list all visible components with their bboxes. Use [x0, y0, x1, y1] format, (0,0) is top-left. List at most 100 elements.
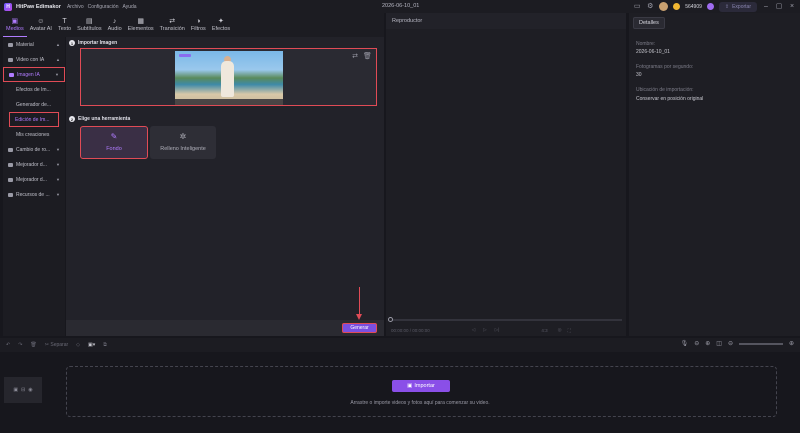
- titlebar-actions: ▭ ⚙ 564909 ⇪ Exportar – ▢ ×: [633, 1, 796, 12]
- time-display: 00:00:00 / 00:00:00: [391, 327, 430, 333]
- export-button[interactable]: ⇪ Exportar: [718, 1, 757, 12]
- export-frame-icon[interactable]: ⧉: [103, 342, 107, 348]
- next-icon[interactable]: ▷|: [495, 327, 500, 333]
- crop-dropdown[interactable]: ▣▾: [88, 342, 95, 348]
- name-value: 2026-06-10_01: [636, 49, 670, 55]
- tab-detalles[interactable]: Detalles: [633, 17, 665, 29]
- snapshot-icon[interactable]: ◎: [558, 327, 562, 333]
- sidebar-item-mejorador-1[interactable]: Mejorador d... ▼: [3, 157, 65, 172]
- shield-icon[interactable]: ◇: [76, 342, 80, 348]
- link-icon[interactable]: ⊖: [694, 340, 699, 347]
- lock-icon[interactable]: ⊟: [21, 387, 25, 393]
- track-header: ▣ ⊟ ◉: [4, 377, 42, 403]
- name-label: Nombre:: [636, 41, 656, 47]
- tab-avatar-ai[interactable]: ☺ Avatar AI: [27, 13, 55, 37]
- caret-icon: ▼: [56, 177, 60, 182]
- replace-icon[interactable]: ⇄: [351, 53, 359, 61]
- premium-icon[interactable]: [706, 3, 714, 10]
- generate-button[interactable]: Generar: [342, 323, 377, 333]
- player-panel: Reproductor 00:00:00 / 00:00:00 ◁ ▷ ▷| 4…: [386, 13, 626, 336]
- fps-value: 30: [636, 72, 642, 78]
- sidebar-item-imagen-ia[interactable]: Imagen IA ▼: [3, 67, 65, 82]
- folder-icon: [8, 162, 13, 167]
- tool-fondo[interactable]: ✎ Fondo: [80, 126, 148, 159]
- import-location-value: Conservar en posición original: [636, 96, 704, 102]
- project-name: 2026-06-10_01: [382, 3, 420, 9]
- settings-icon[interactable]: ⚙: [646, 3, 654, 11]
- zoom-slider[interactable]: [738, 342, 783, 345]
- layout-icon[interactable]: ▭: [633, 3, 641, 11]
- import-icon: ▣: [407, 383, 413, 389]
- media-icon: ▣: [11, 17, 19, 25]
- caret-icon: ▼: [56, 147, 60, 152]
- caret-icon: ▼: [56, 192, 60, 197]
- undo-icon[interactable]: ↶: [6, 342, 10, 348]
- minimize-icon[interactable]: –: [762, 3, 770, 11]
- sidebar-item-mejorador-2[interactable]: Mejorador d... ▼: [3, 172, 65, 187]
- subtitles-icon: ▤: [86, 18, 93, 25]
- transition-icon: ⇄: [169, 18, 176, 25]
- folder-icon: [9, 72, 14, 77]
- tab-transicion[interactable]: ⇄ Transición: [157, 13, 188, 37]
- playback-slider[interactable]: [390, 319, 622, 321]
- vr-icon[interactable]: ◫: [716, 340, 722, 347]
- sidebar-item-recursos[interactable]: Recursos de ... ▼: [3, 187, 65, 202]
- prev-icon[interactable]: ◁: [472, 327, 475, 333]
- redo-icon[interactable]: ↷: [18, 342, 22, 348]
- avatar[interactable]: [659, 2, 669, 11]
- step1-heading: 1 Importar Imagen: [69, 40, 118, 46]
- sidebar-item-efectos-imagen[interactable]: Efectos de Im...: [3, 82, 65, 97]
- sidebar-item-generador[interactable]: Generador de...: [3, 97, 65, 112]
- track-icon: ▣: [13, 387, 19, 393]
- sidebar-item-mis-creaciones[interactable]: Mis creaciones: [3, 127, 65, 142]
- zoom-in-icon[interactable]: ⊕: [789, 340, 794, 347]
- mic-icon[interactable]: 🎙: [681, 340, 689, 347]
- sidebar-item-video-ia[interactable]: Video con IA ▲: [3, 52, 65, 67]
- tab-filtros[interactable]: ◑ Filtros: [188, 13, 209, 37]
- tab-efectos[interactable]: ✦ Efectos: [209, 13, 233, 37]
- tab-audio[interactable]: ♪ Audio: [105, 13, 125, 37]
- sidebar-item-material[interactable]: Material ▲: [3, 37, 65, 52]
- trash-icon[interactable]: 🗑: [30, 342, 36, 348]
- maximize-icon[interactable]: ▢: [775, 3, 783, 11]
- fps-label: Fotogramas por segundo:: [636, 64, 694, 70]
- sidebar-item-edicion-imagen[interactable]: Edición de Im...: [9, 112, 59, 127]
- step2-heading: 2 Elige una herramienta: [69, 116, 131, 122]
- tool-relleno-inteligente[interactable]: ✲ Relleno Inteligente: [150, 126, 216, 159]
- folder-icon: [8, 177, 13, 182]
- import-button[interactable]: ▣ Importar: [392, 380, 450, 392]
- caret-icon: ▲: [56, 42, 60, 47]
- play-icon[interactable]: ▷: [483, 327, 486, 333]
- text-icon: T: [62, 18, 67, 25]
- delete-icon[interactable]: 🗑: [363, 53, 372, 61]
- tab-subtitulos[interactable]: ▤ Subtítulos: [74, 13, 104, 37]
- coin-icon: [673, 3, 681, 10]
- player-title: Reproductor: [386, 13, 626, 29]
- menu-archivo[interactable]: Archivo: [67, 4, 84, 10]
- media-sidebar: Material ▲ Video con IA ▲ Imagen IA ▼ Efect…: [3, 37, 65, 336]
- avatar-icon: ☺: [37, 18, 45, 25]
- playback-knob[interactable]: [388, 317, 393, 322]
- zoom-out-icon[interactable]: ⊖: [728, 340, 733, 347]
- sidebar-item-cambio[interactable]: Cambio de ro... ▼: [3, 142, 65, 157]
- generate-bar: [66, 320, 384, 336]
- filters-icon: ◑: [196, 18, 201, 25]
- elements-icon: ▦: [137, 18, 144, 25]
- close-icon[interactable]: ×: [788, 3, 796, 11]
- tab-elementos[interactable]: ▦ Elementos: [125, 13, 157, 37]
- eye-icon[interactable]: ◉: [28, 387, 32, 393]
- separate-button[interactable]: ✂ Separar: [45, 342, 68, 348]
- tab-texto[interactable]: T Texto: [55, 13, 74, 37]
- main-toolbar: ▣ Medios ☺ Avatar AI T Texto ▤ Subtítulos ♪ A…: [0, 13, 384, 37]
- tab-medios[interactable]: ▣ Medios: [3, 13, 27, 37]
- app-name: HitPaw Edimakor: [16, 3, 61, 10]
- snap-icon[interactable]: ⊕: [705, 340, 710, 347]
- imported-image-area[interactable]: ⇄ 🗑: [80, 48, 377, 106]
- aspect-ratio[interactable]: 4:3: [541, 328, 547, 333]
- fullscreen-icon[interactable]: ⛶: [568, 328, 571, 333]
- folder-icon: [8, 147, 13, 152]
- menu-ayuda[interactable]: Ayuda: [122, 4, 136, 10]
- effects-icon: ✦: [218, 18, 224, 25]
- smart-fill-icon: ✲: [179, 132, 187, 141]
- menu-configuracion[interactable]: Configuración: [88, 4, 119, 10]
